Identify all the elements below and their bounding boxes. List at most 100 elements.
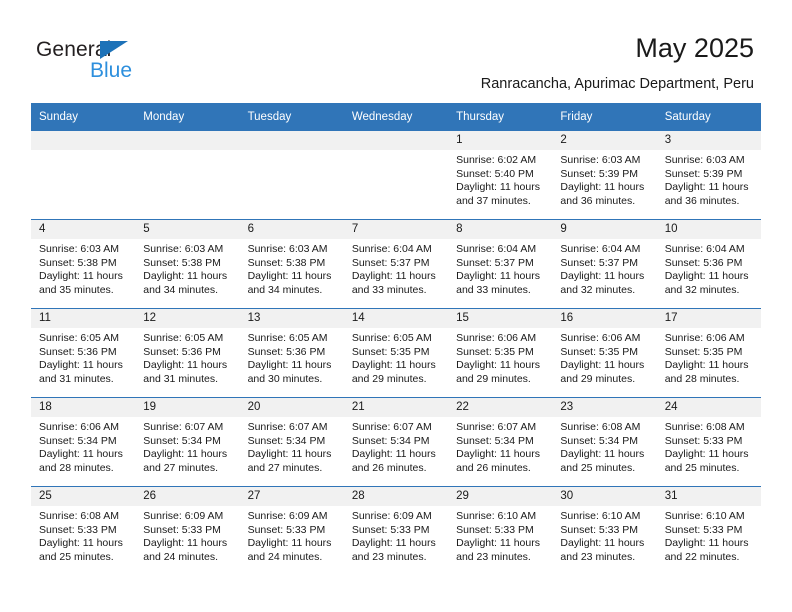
day-cell-inner [135,131,240,219]
day-number: 23 [552,398,657,417]
day-details: Sunrise: 6:03 AM Sunset: 5:39 PM Daylight:… [657,150,761,208]
day-number [239,131,344,150]
calendar-day-cell[interactable]: 17 Sunrise: 6:06 AM Sunset: 5:35 PM Dayligh… [656,308,761,398]
day-number: 9 [552,220,657,239]
calendar-day-cell[interactable]: 14 Sunrise: 6:05 AM Sunset: 5:35 PM Dayligh… [343,308,449,398]
daylight-duration-line2: and 24 minutes. [143,550,218,563]
calendar-day-cell[interactable]: 25 Sunrise: 6:08 AM Sunset: 5:33 PM Dayligh… [31,486,136,575]
calendar-day-cell[interactable]: 27 Sunrise: 6:09 AM Sunset: 5:33 PM Dayligh… [239,486,344,575]
calendar-day-cell[interactable]: 23 Sunrise: 6:08 AM Sunset: 5:34 PM Dayligh… [552,397,657,487]
daylight-duration-line2: and 23 minutes. [560,550,636,563]
daylight-duration-line2: and 34 minutes. [247,283,323,296]
day-cell-inner: 4 Sunrise: 6:03 AM Sunset: 5:38 PM Daylight… [31,220,136,308]
day-details: Sunrise: 6:08 AM Sunset: 5:34 PM Daylight:… [552,417,656,475]
calendar-day-cell[interactable]: 19 Sunrise: 6:07 AM Sunset: 5:34 PM Dayligh… [135,397,240,487]
calendar-day-cell[interactable]: 8 Sunrise: 6:04 AM Sunset: 5:37 PM Daylight… [448,219,553,309]
day-number: 30 [552,487,657,506]
calendar-week-row: 25 Sunrise: 6:08 AM Sunset: 5:33 PM Dayligh… [31,486,761,575]
day-cell-inner: 18 Sunrise: 6:06 AM Sunset: 5:34 PM Dayligh… [31,398,136,486]
daylight-duration-line1: Daylight: 11 hours [39,359,123,372]
daylight-duration-line1: Daylight: 11 hours [664,270,749,283]
daylight-duration-line2: and 26 minutes. [351,461,427,474]
daylight-duration-line2: and 32 minutes. [560,283,636,296]
daylight-duration-line1: Daylight: 11 hours [664,537,749,550]
daylight-duration-line2: and 32 minutes. [664,283,740,296]
calendar-day-cell[interactable]: 24 Sunrise: 6:08 AM Sunset: 5:33 PM Dayligh… [656,397,761,487]
daylight-duration-line2: and 23 minutes. [351,550,427,563]
sunset-time: Sunset: 5:36 PM [143,345,221,358]
day-number: 18 [31,398,136,417]
sunset-time: Sunset: 5:38 PM [247,256,326,269]
calendar-week-row: 1 Sunrise: 6:02 AM Sunset: 5:40 PM Daylight… [31,131,761,220]
daylight-duration-line1: Daylight: 11 hours [143,448,228,461]
sunrise-time: Sunrise: 6:03 AM [664,154,745,166]
calendar-day-cell[interactable]: 30 Sunrise: 6:10 AM Sunset: 5:33 PM Dayligh… [552,486,657,575]
daylight-duration-line1: Daylight: 11 hours [39,448,123,461]
calendar-header-row: Sunday Monday Tuesday Wednesday Thursday… [31,103,761,131]
day-details: Sunrise: 6:10 AM Sunset: 5:33 PM Daylight:… [657,506,761,564]
sunset-time: Sunset: 5:33 PM [351,523,430,536]
day-number: 13 [239,309,344,328]
sunset-time: Sunset: 5:35 PM [560,345,639,358]
sunset-time: Sunset: 5:37 PM [351,256,430,269]
calendar-day-cell[interactable]: 12 Sunrise: 6:05 AM Sunset: 5:36 PM Dayligh… [135,308,240,398]
calendar-day-cell[interactable]: 28 Sunrise: 6:09 AM Sunset: 5:33 PM Dayligh… [343,486,449,575]
daylight-duration-line2: and 28 minutes. [39,461,114,474]
day-cell-inner: 23 Sunrise: 6:08 AM Sunset: 5:34 PM Dayligh… [552,398,657,486]
calendar-day-cell[interactable]: 5 Sunrise: 6:03 AM Sunset: 5:38 PM Daylight… [135,219,240,309]
daylight-duration-line1: Daylight: 11 hours [456,537,540,550]
sunrise-time: Sunrise: 6:09 AM [247,510,328,522]
calendar-day-cell[interactable]: 22 Sunrise: 6:07 AM Sunset: 5:34 PM Dayligh… [448,397,553,487]
sunrise-time: Sunrise: 6:08 AM [664,421,745,433]
daylight-duration-line2: and 25 minutes. [39,550,114,563]
calendar-day-cell[interactable]: 20 Sunrise: 6:07 AM Sunset: 5:34 PM Dayligh… [239,397,344,487]
daylight-duration-line2: and 28 minutes. [664,372,740,385]
page-subtitle: Ranracancha, Apurimac Department, Peru [480,76,754,92]
day-cell-inner: 17 Sunrise: 6:06 AM Sunset: 5:35 PM Dayligh… [656,309,761,397]
calendar-day-cell[interactable]: 26 Sunrise: 6:09 AM Sunset: 5:33 PM Dayligh… [135,486,240,575]
calendar-day-cell[interactable]: 3 Sunrise: 6:03 AM Sunset: 5:39 PM Daylight… [656,131,761,220]
daylight-duration-line1: Daylight: 11 hours [39,270,123,283]
day-number: 11 [31,309,136,328]
day-details: Sunrise: 6:05 AM Sunset: 5:36 PM Daylight:… [31,328,135,386]
calendar-day-cell[interactable]: 21 Sunrise: 6:07 AM Sunset: 5:34 PM Dayligh… [343,397,449,487]
day-details: Sunrise: 6:04 AM Sunset: 5:37 PM Daylight:… [448,239,552,297]
sunrise-time: Sunrise: 6:06 AM [456,332,537,344]
calendar-day-cell[interactable]: 15 Sunrise: 6:06 AM Sunset: 5:35 PM Dayligh… [448,308,553,398]
calendar-day-cell[interactable]: 4 Sunrise: 6:03 AM Sunset: 5:38 PM Daylight… [31,219,136,309]
sunrise-time: Sunrise: 6:06 AM [664,332,745,344]
calendar-day-cell[interactable]: 16 Sunrise: 6:06 AM Sunset: 5:35 PM Dayligh… [552,308,657,398]
calendar-day-cell[interactable]: 18 Sunrise: 6:06 AM Sunset: 5:34 PM Dayligh… [31,397,136,487]
calendar-day-cell[interactable]: 13 Sunrise: 6:05 AM Sunset: 5:36 PM Dayligh… [239,308,344,398]
calendar-day-cell[interactable]: 6 Sunrise: 6:03 AM Sunset: 5:38 PM Daylight… [239,219,344,309]
daylight-duration-line2: and 25 minutes. [560,461,636,474]
calendar-day-cell[interactable]: 2 Sunrise: 6:03 AM Sunset: 5:39 PM Daylight… [552,131,657,220]
calendar-day-cell[interactable]: 1 Sunrise: 6:02 AM Sunset: 5:40 PM Daylight… [448,131,553,220]
page-header: General Blue May 2025 Ranracancha, Apuri… [0,0,792,103]
calendar-day-cell[interactable]: 29 Sunrise: 6:10 AM Sunset: 5:33 PM Dayligh… [448,486,553,575]
daylight-duration-line2: and 31 minutes. [39,372,114,385]
sunrise-time: Sunrise: 6:03 AM [39,243,119,255]
calendar-day-cell[interactable]: 7 Sunrise: 6:04 AM Sunset: 5:37 PM Daylight… [343,219,449,309]
day-number: 29 [448,487,553,506]
day-cell-inner: 11 Sunrise: 6:05 AM Sunset: 5:36 PM Dayligh… [31,309,136,397]
day-number: 2 [552,131,657,150]
day-cell-inner: 9 Sunrise: 6:04 AM Sunset: 5:37 PM Daylight… [552,220,657,308]
daylight-duration-line1: Daylight: 11 hours [560,359,645,372]
logo[interactable]: General Blue [36,38,216,90]
sunrise-time: Sunrise: 6:10 AM [456,510,537,522]
sunset-time: Sunset: 5:39 PM [560,167,639,180]
daylight-duration-line1: Daylight: 11 hours [560,270,645,283]
logo-text-blue: Blue [90,59,133,82]
daylight-duration-line2: and 27 minutes. [247,461,323,474]
calendar-day-cell[interactable]: 11 Sunrise: 6:05 AM Sunset: 5:36 PM Dayligh… [31,308,136,398]
calendar-day-cell[interactable]: 10 Sunrise: 6:04 AM Sunset: 5:36 PM Dayligh… [656,219,761,309]
day-details: Sunrise: 6:07 AM Sunset: 5:34 PM Daylight:… [448,417,552,475]
calendar-day-cell[interactable]: 9 Sunrise: 6:04 AM Sunset: 5:37 PM Daylight… [552,219,657,309]
day-cell-inner: 24 Sunrise: 6:08 AM Sunset: 5:33 PM Dayligh… [656,398,761,486]
sunset-time: Sunset: 5:34 PM [39,434,117,447]
daylight-duration-line1: Daylight: 11 hours [247,448,332,461]
day-details: Sunrise: 6:07 AM Sunset: 5:34 PM Daylight:… [240,417,344,475]
calendar-day-cell[interactable]: 31 Sunrise: 6:10 AM Sunset: 5:33 PM Dayligh… [656,486,761,575]
day-details: Sunrise: 6:03 AM Sunset: 5:38 PM Daylight:… [135,239,239,297]
